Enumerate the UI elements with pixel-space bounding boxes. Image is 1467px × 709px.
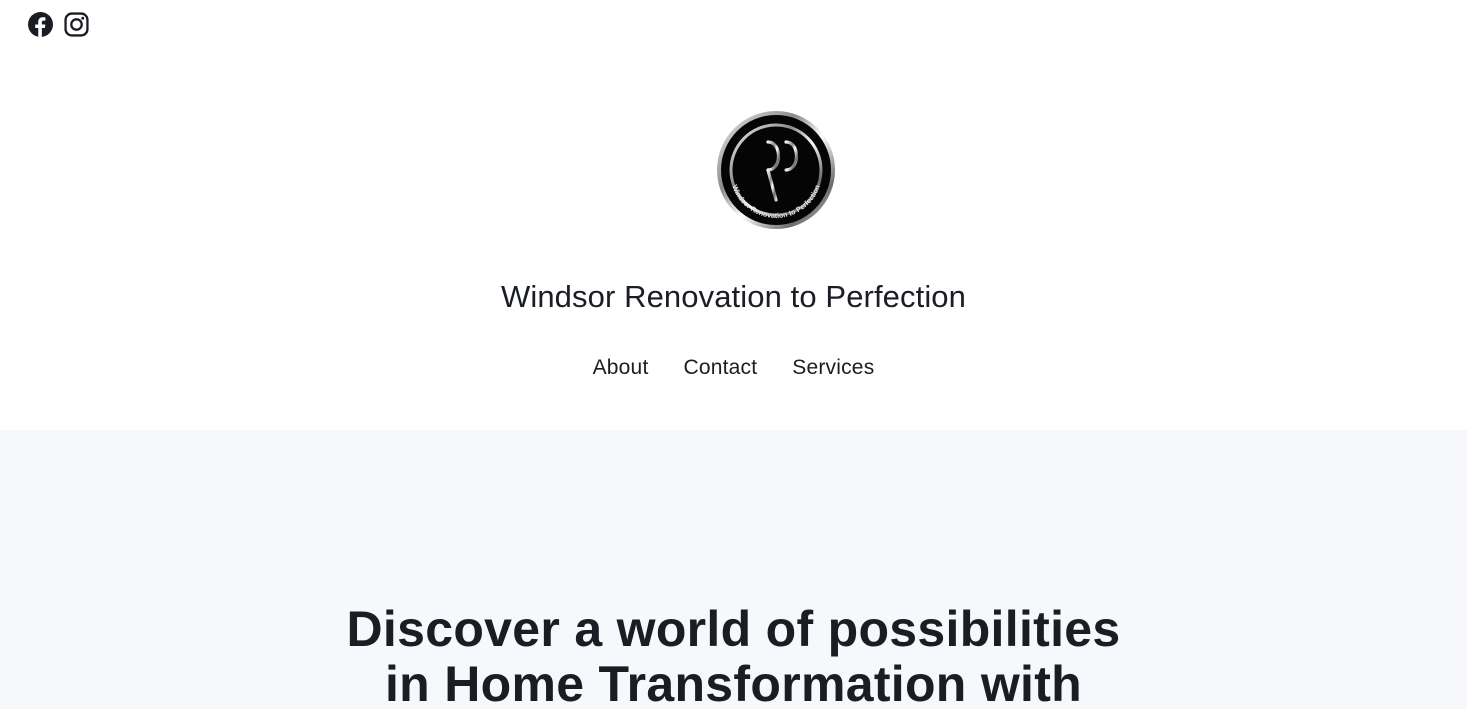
- facebook-link[interactable]: [28, 12, 53, 37]
- site-logo[interactable]: Windsor Renovation to Perfection: [716, 110, 836, 230]
- facebook-icon: [28, 12, 53, 37]
- site-header: Windsor Renovation to Perfection Windsor…: [0, 0, 1467, 430]
- site-title-link[interactable]: Windsor Renovation to Perfection: [501, 279, 966, 314]
- main-nav: About Contact Services: [0, 354, 1467, 382]
- nav-item-services[interactable]: Services: [792, 354, 874, 382]
- logo-emblem: Windsor Renovation to Perfection: [717, 111, 835, 229]
- instagram-icon: [64, 12, 89, 37]
- social-links: [28, 12, 89, 37]
- instagram-link[interactable]: [64, 12, 89, 37]
- nav-item-contact[interactable]: Contact: [683, 354, 757, 382]
- hero-section: Discover a world of possibilities in Hom…: [0, 430, 1467, 709]
- hero-heading: Discover a world of possibilities in Hom…: [346, 601, 1121, 709]
- site-title: Windsor Renovation to Perfection: [0, 277, 1467, 317]
- nav-item-about[interactable]: About: [593, 354, 649, 382]
